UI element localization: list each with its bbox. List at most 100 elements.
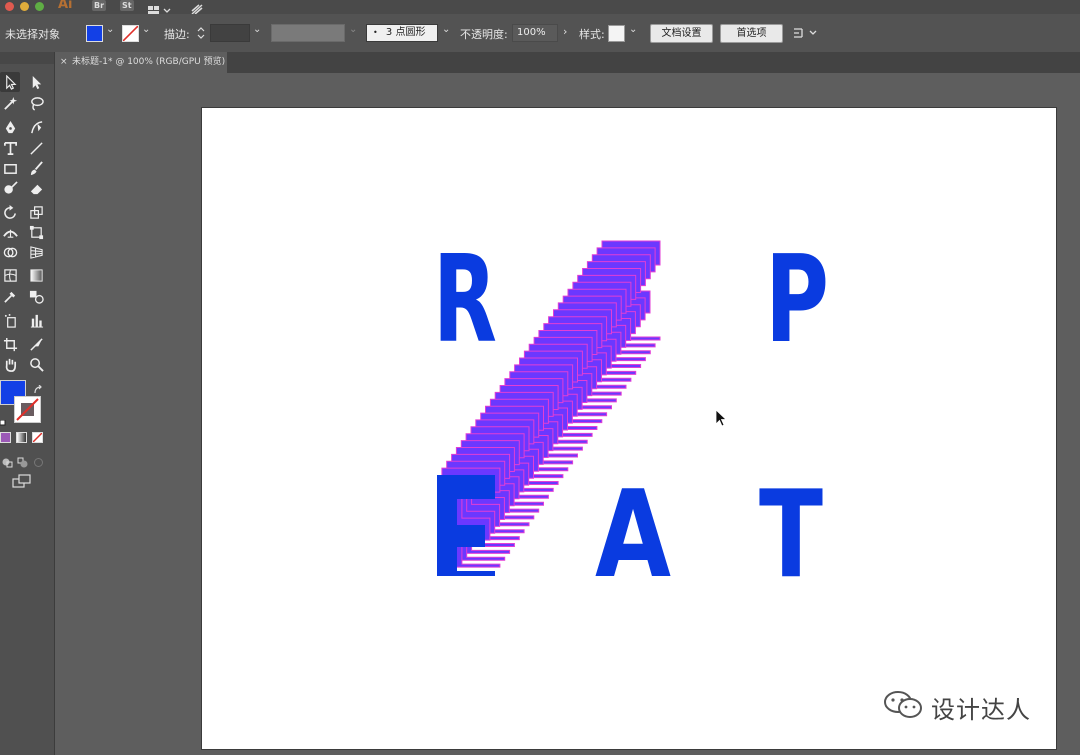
gradient-tool[interactable] (26, 265, 46, 285)
blend-icon (29, 290, 44, 304)
brush-value: 3 点圆形 (385, 27, 426, 38)
line-segment-tool[interactable] (26, 138, 46, 158)
type-tool[interactable] (0, 138, 20, 158)
brush-definition[interactable]: • 3 点圆形 (366, 24, 438, 42)
swap-fill-stroke-icon[interactable] (33, 380, 43, 399)
pen-icon (5, 120, 15, 133)
artboard-icon (3, 337, 17, 351)
wechat-icon (883, 690, 925, 724)
eyedropper-tool[interactable] (0, 286, 20, 306)
mouse-cursor-icon (715, 409, 728, 431)
gradient-mode-button[interactable] (16, 432, 27, 443)
stroke-color-swatch[interactable] (122, 25, 139, 42)
blend-tool[interactable] (26, 286, 46, 306)
preferences-button[interactable]: 首选项 (720, 24, 783, 43)
hand-tool[interactable] (0, 354, 20, 374)
color-mode-button[interactable] (0, 432, 11, 443)
graphic-style-swatch[interactable] (608, 25, 625, 42)
none-mode-button[interactable] (32, 432, 43, 443)
scale-tool[interactable] (26, 202, 46, 222)
rotate-icon (3, 204, 16, 219)
brush-dot-icon: • (373, 28, 378, 37)
draw-normal-icon[interactable] (2, 453, 13, 472)
window-minimize-button[interactable] (20, 2, 29, 11)
fill-dropdown-chevron-icon[interactable]: ⌄ (106, 24, 114, 35)
stroke-color-box[interactable] (14, 396, 41, 423)
default-fill-stroke-icon[interactable] (0, 413, 8, 432)
application-bar: Ai Br St (0, 0, 1080, 15)
draw-behind-icon[interactable] (17, 453, 28, 472)
letter-r: R (433, 231, 497, 370)
stroke-weight-chevron-icon[interactable]: ⌄ (253, 24, 261, 35)
close-tab-icon[interactable]: × (60, 52, 68, 73)
eraser-tool[interactable] (26, 178, 46, 198)
style-chevron-icon[interactable]: ⌄ (629, 24, 637, 35)
direct-selection-tool[interactable] (26, 72, 46, 92)
control-bar: 未选择对象 ⌄ ⌄ 描边: ⌄ ⌄ • 3 点圆形 ⌄ 不透明度: 100% ›… (0, 14, 1080, 53)
document-setup-button[interactable]: 文档设置 (650, 24, 713, 43)
selection-status: 未选择对象 (5, 28, 60, 41)
perspective-grid-icon (29, 245, 43, 259)
window-close-button[interactable] (5, 2, 14, 11)
shaper-icon (3, 180, 18, 194)
curvature-pen-icon (30, 120, 42, 133)
slice-tool[interactable] (26, 334, 46, 354)
perspective-grid-tool[interactable] (26, 242, 46, 262)
direct-selection-arrow-icon (32, 75, 41, 89)
lasso-tool[interactable] (26, 93, 46, 113)
curvature-tool[interactable] (26, 117, 46, 137)
stroke-weight-stepper-icon[interactable] (197, 26, 205, 43)
opacity-label: 不透明度: (460, 28, 508, 41)
tools-panel (0, 52, 55, 755)
pen-tool[interactable] (0, 117, 20, 137)
rectangle-tool[interactable] (0, 158, 20, 178)
tools-panel-grip[interactable] (0, 52, 54, 64)
zoom-magnifier-icon (29, 357, 44, 372)
arrange-documents-icon[interactable] (792, 26, 820, 43)
paintbrush-icon (30, 160, 43, 175)
symbol-sprayer-tool[interactable] (0, 310, 20, 330)
repeat-artwork: R P A T (433, 231, 829, 605)
document-tab[interactable]: × 未标题-1* @ 100% (RGB/GPU 预览) (55, 52, 227, 73)
artboard[interactable]: R P A T (201, 107, 1057, 750)
opacity-arrow-icon[interactable]: › (563, 25, 567, 38)
change-screen-mode-icon[interactable] (12, 473, 32, 492)
document-tab-bar: × 未标题-1* @ 100% (RGB/GPU 预览) (55, 52, 1080, 73)
variable-width-profile[interactable] (271, 24, 345, 42)
width-icon (2, 229, 18, 238)
magic-wand-tool[interactable] (0, 93, 20, 113)
letter-t: T (759, 466, 823, 605)
variable-width-chevron-icon[interactable]: ⌄ (349, 24, 357, 35)
mesh-icon (3, 268, 17, 282)
column-graph-icon (30, 314, 43, 328)
window-zoom-button[interactable] (35, 2, 44, 11)
width-tool[interactable] (0, 222, 20, 242)
brush-chevron-icon[interactable]: ⌄ (442, 24, 450, 35)
rectangle-icon (3, 163, 17, 174)
bridge-button[interactable]: Br (92, 0, 107, 11)
app-logo: Ai (58, 0, 73, 12)
selection-tool[interactable] (0, 72, 20, 92)
paintbrush-tool[interactable] (26, 158, 46, 178)
stock-button[interactable]: St (120, 0, 134, 11)
free-transform-tool[interactable] (26, 222, 46, 242)
stroke-weight-input[interactable] (210, 24, 250, 42)
shaper-tool[interactable] (0, 178, 20, 198)
draw-inside-icon[interactable] (33, 453, 44, 472)
zoom-tool[interactable] (26, 354, 46, 374)
scale-icon (29, 205, 43, 219)
mesh-tool[interactable] (0, 265, 20, 285)
line-segment-icon (29, 141, 43, 155)
eraser-icon (30, 184, 42, 194)
artboard-tool[interactable] (0, 334, 20, 354)
letter-a: A (595, 466, 671, 605)
opacity-input[interactable]: 100% (512, 24, 558, 42)
fill-color-swatch[interactable] (86, 25, 103, 42)
shape-builder-tool[interactable] (0, 242, 20, 262)
hand-icon (5, 358, 16, 372)
rotate-tool[interactable] (0, 202, 20, 222)
watermark: 设计达人 (883, 690, 1031, 724)
column-graph-tool[interactable] (26, 310, 46, 330)
magic-wand-icon (3, 96, 17, 110)
stroke-dropdown-chevron-icon[interactable]: ⌄ (142, 24, 150, 35)
